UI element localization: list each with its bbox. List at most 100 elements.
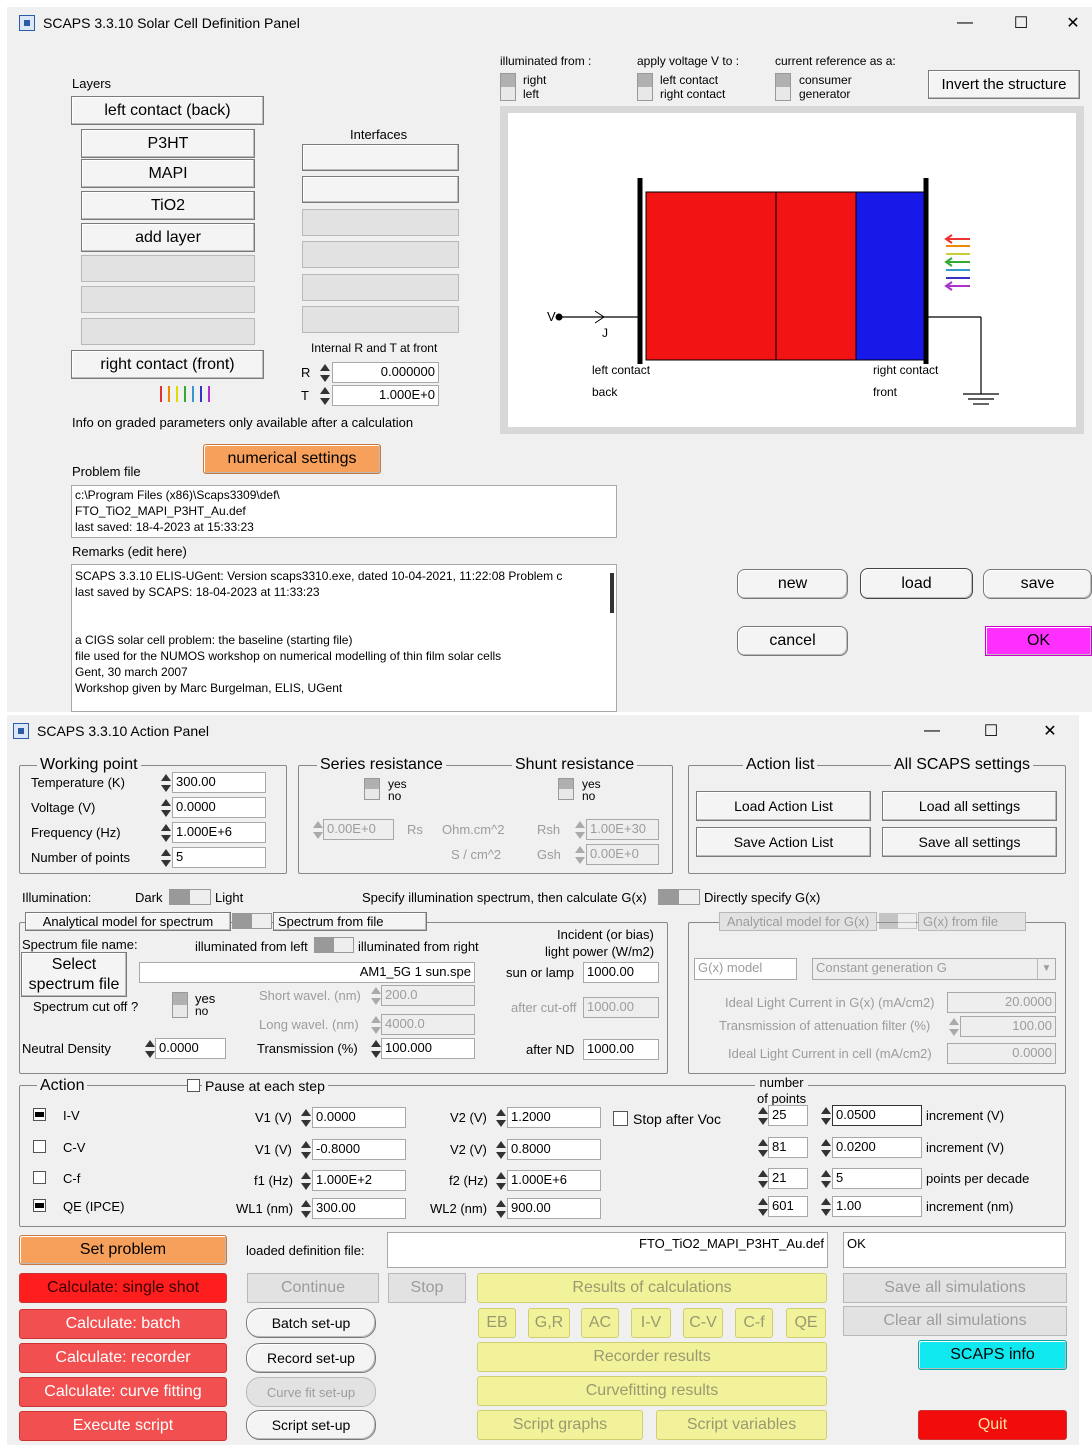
- cf-button[interactable]: C-f: [735, 1308, 773, 1338]
- remarks-scrollbar[interactable]: [610, 573, 614, 613]
- save-button[interactable]: save: [983, 569, 1092, 599]
- frequency-spinner[interactable]: [159, 823, 171, 843]
- save-action-list-button[interactable]: Save Action List: [696, 827, 871, 857]
- t-spinner[interactable]: [318, 386, 330, 406]
- neutral-density-spinner[interactable]: [143, 1039, 155, 1059]
- frequency-field[interactable]: 1.000E+6: [172, 822, 266, 843]
- apply-voltage-toggle[interactable]: [637, 73, 653, 101]
- calculate-batch-button[interactable]: Calculate: batch: [19, 1309, 227, 1339]
- eb-button[interactable]: EB: [478, 1308, 516, 1338]
- action-row-param2-field[interactable]: 1.000E+6: [507, 1170, 601, 1191]
- r-field[interactable]: 0.000000: [332, 362, 439, 383]
- action-row-points-field[interactable]: 601: [768, 1196, 808, 1217]
- layer-button-1[interactable]: P3HT: [81, 129, 255, 158]
- generation-mode-switch[interactable]: [658, 889, 700, 905]
- recorder-results-button[interactable]: Recorder results: [477, 1342, 827, 1372]
- attenuation-filter-field[interactable]: 100.00: [960, 1016, 1056, 1037]
- action-row-param2-field[interactable]: 1.2000: [507, 1107, 601, 1128]
- qe-button[interactable]: QE: [786, 1308, 826, 1338]
- quit-button[interactable]: Quit: [918, 1410, 1067, 1440]
- batch-setup-button[interactable]: Batch set-up: [246, 1308, 376, 1338]
- long-wavelength-spinner[interactable]: [369, 1015, 381, 1035]
- gx-source-switch[interactable]: [879, 913, 917, 929]
- curvefitting-results-button[interactable]: Curvefitting results: [477, 1376, 827, 1406]
- calculate-single-shot-button[interactable]: Calculate: single shot: [19, 1273, 227, 1303]
- action-row-checkbox[interactable]: [33, 1199, 46, 1212]
- maximize-icon[interactable]: ☐: [968, 715, 1014, 747]
- spectrum-side-switch[interactable]: [314, 937, 354, 953]
- record-setup-button[interactable]: Record set-up: [246, 1343, 376, 1373]
- save-all-simulations-button[interactable]: Save all simulations: [843, 1273, 1067, 1303]
- action-row-param1-spinner[interactable]: [299, 1108, 311, 1128]
- close-icon[interactable]: ✕: [1027, 715, 1073, 747]
- temperature-spinner[interactable]: [159, 773, 171, 793]
- minimize-icon[interactable]: —: [909, 715, 955, 747]
- right-contact-button[interactable]: right contact (front): [71, 350, 264, 379]
- rs-field[interactable]: 0.00E+0: [323, 819, 394, 840]
- sun-or-lamp-field[interactable]: 1000.00: [583, 962, 659, 983]
- shunt-resistance-toggle[interactable]: [558, 778, 574, 800]
- current-reference-toggle[interactable]: [775, 73, 791, 101]
- neutral-density-field[interactable]: 0.0000: [155, 1038, 226, 1059]
- temperature-field[interactable]: 300.00: [172, 772, 266, 793]
- action-row-points-spinner[interactable]: [756, 1106, 768, 1126]
- long-wavelength-field[interactable]: 4000.0: [381, 1014, 475, 1035]
- interface-button-2[interactable]: [302, 176, 459, 203]
- attenuation-filter-spinner[interactable]: [947, 1017, 959, 1037]
- action-row-param2-spinner[interactable]: [494, 1199, 506, 1219]
- spectrum-file-field[interactable]: AM1_5G 1 sun.spe: [139, 962, 475, 983]
- load-button[interactable]: load: [860, 568, 973, 599]
- series-resistance-toggle[interactable]: [364, 778, 380, 800]
- script-setup-button[interactable]: Script set-up: [246, 1410, 376, 1440]
- script-graphs-button[interactable]: Script graphs: [477, 1410, 643, 1440]
- action-row-param2-field[interactable]: 0.8000: [507, 1139, 601, 1160]
- clear-all-simulations-button[interactable]: Clear all simulations: [843, 1306, 1067, 1336]
- gr-button[interactable]: G,R: [528, 1308, 570, 1338]
- action-row-param1-spinner[interactable]: [299, 1171, 311, 1191]
- script-variables-button[interactable]: Script variables: [656, 1410, 827, 1440]
- maximize-icon[interactable]: ☐: [998, 7, 1044, 39]
- rsh-spinner[interactable]: [573, 820, 585, 840]
- gsh-field[interactable]: 0.00E+0: [586, 844, 659, 865]
- rsh-field[interactable]: 1.00E+30: [586, 819, 659, 840]
- numerical-settings-button[interactable]: numerical settings: [203, 444, 381, 474]
- select-spectrum-file-button[interactable]: Select spectrum file: [21, 952, 127, 997]
- action-row-increment-spinner[interactable]: [819, 1138, 831, 1158]
- spectrum-cutoff-toggle[interactable]: [172, 992, 188, 1018]
- transmission-spinner[interactable]: [369, 1039, 381, 1059]
- layer-button-3[interactable]: TiO2: [81, 191, 255, 220]
- analytical-spectrum-tab[interactable]: Analytical model for spectrum: [25, 912, 231, 931]
- gx-model-select[interactable]: Constant generation G ▼: [812, 958, 1056, 980]
- action-row-param1-field[interactable]: 300.00: [312, 1198, 406, 1219]
- calculate-curve-fitting-button[interactable]: Calculate: curve fitting: [19, 1377, 227, 1407]
- action-row-points-field[interactable]: 21: [768, 1168, 808, 1189]
- set-problem-button[interactable]: Set problem: [19, 1235, 227, 1265]
- points-spinner[interactable]: [159, 848, 171, 868]
- action-row-increment-field[interactable]: 0.0500: [832, 1105, 922, 1126]
- action-row-checkbox[interactable]: [33, 1140, 46, 1153]
- action-row-param1-field[interactable]: 1.000E+2: [312, 1170, 406, 1191]
- gx-from-file-tab[interactable]: G(x) from file: [918, 912, 1026, 931]
- action-row-increment-field[interactable]: 0.0200: [832, 1137, 922, 1158]
- action-row-points-spinner[interactable]: [756, 1169, 768, 1189]
- curve-fit-setup-button[interactable]: Curve fit set-up: [246, 1377, 376, 1407]
- scaps-info-button[interactable]: SCAPS info: [918, 1340, 1067, 1370]
- minimize-icon[interactable]: —: [942, 7, 988, 39]
- gsh-spinner[interactable]: [573, 845, 585, 865]
- continue-button[interactable]: Continue: [247, 1273, 379, 1303]
- voltage-spinner[interactable]: [159, 798, 171, 818]
- ok-button[interactable]: OK: [985, 626, 1092, 656]
- results-of-calculations-button[interactable]: Results of calculations: [477, 1273, 827, 1303]
- save-all-settings-button[interactable]: Save all settings: [882, 827, 1057, 857]
- action-row-param2-spinner[interactable]: [494, 1171, 506, 1191]
- stop-button[interactable]: Stop: [388, 1273, 466, 1303]
- t-field[interactable]: 1.000E+0: [332, 385, 439, 406]
- transmission-field[interactable]: 100.000: [381, 1038, 475, 1059]
- ideal-current-gx-field[interactable]: 20.0000: [947, 992, 1056, 1013]
- action-row-points-spinner[interactable]: [756, 1197, 768, 1217]
- action-row-increment-field[interactable]: 1.00: [832, 1196, 922, 1217]
- illuminated-from-toggle[interactable]: [500, 73, 516, 101]
- action-row-increment-spinner[interactable]: [819, 1197, 831, 1217]
- action-row-checkbox[interactable]: [33, 1171, 46, 1184]
- action-row-increment-spinner[interactable]: [819, 1106, 831, 1126]
